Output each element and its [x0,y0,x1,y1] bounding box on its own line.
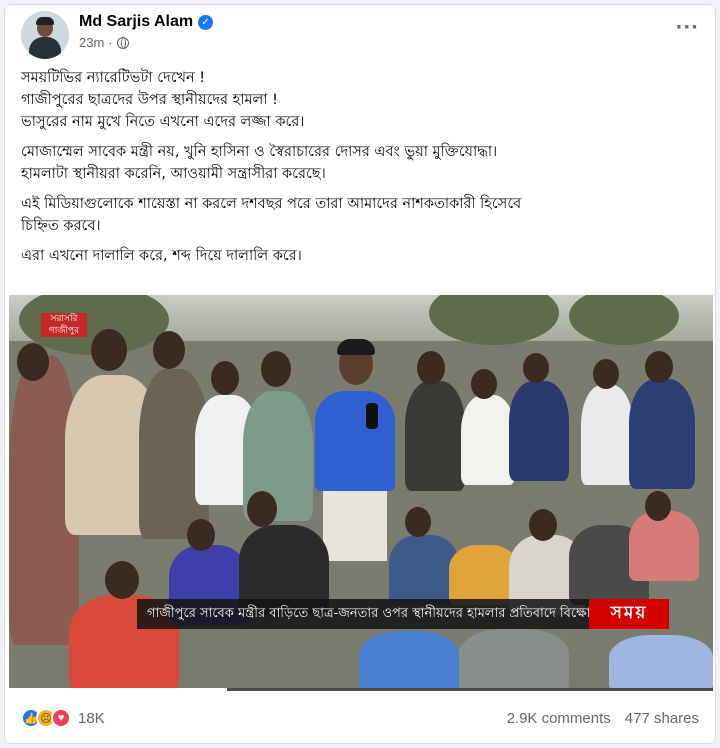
post-line: হামলাটা স্থানীয়রা করেনি, আওয়ামী সন্ত্র… [21,166,326,182]
crowd-head [91,329,127,371]
post-paragraph: সময়টিভির ন্যারেটিভটা দেখেন ! গাজীপুরের … [21,67,701,133]
crowd-head [529,509,557,541]
crowd-head [645,491,671,521]
comments-link[interactable]: 2.9K comments [507,710,611,727]
post-line: চিহ্নিত করবে। [21,218,101,234]
crowd-person [459,629,569,691]
more-options-button[interactable]: ··· [675,17,699,38]
ticker-text: গাজীপুরে সাবেক মন্ত্রীর বাড়িতে ছাত্র-জন… [147,605,589,621]
crowd-head [405,507,431,537]
love-icon: ♥ [51,708,71,728]
post-line: এই মিডিয়াগুলোকে শায়েস্তা না করলে দশবছর… [21,196,522,212]
crowd-head [471,369,497,399]
post-line: সময়টিভির ন্যারেটিভটা দেখেন ! [21,70,206,86]
crowd-head [417,351,445,385]
crowd-head [261,351,291,387]
post-paragraph: এই মিডিয়াগুলোকে শায়েস্তা না করলে দশবছর… [21,193,701,237]
post-line: ভাসুরের নাম মুখে নিতে এখনো এদের লজ্জা কর… [21,114,305,130]
channel-live-logo: সরাসরি গাজীপুর [41,313,87,337]
reactions-summary[interactable]: 👍 ☹ ♥ 18K [21,708,105,728]
crowd-head [153,331,185,369]
post-paragraph: এরা এখনো দালালি করে, শব্দ দিয়ে দালালি ক… [21,245,701,267]
post-header: Md Sarjis Alam ✓ 23m · [21,11,699,61]
reporter-hair [337,339,375,355]
post-line: মোজাম্মেল সাবেক মন্ত্রী নয়, খুনি হাসিনা… [21,144,498,160]
news-ticker: গাজীপুরে সাবেক মন্ত্রীর বাড়িতে ছাত্র-জন… [137,599,669,629]
channel-brand-logo: সময় [589,599,669,629]
post-text: সময়টিভির ন্যারেটিভটা দেখেন ! গাজীপুরের … [21,67,701,275]
crowd-person [509,381,569,481]
crowd-person [581,385,633,485]
crowd-person [359,631,459,691]
reporter-body [315,391,395,491]
post-stats-bar: 👍 ☹ ♥ 18K 2.9K comments 477 shares [21,705,699,731]
author-avatar[interactable] [21,11,69,59]
verified-badge-icon: ✓ [198,14,214,30]
crowd-head [523,353,549,383]
crowd-head [211,361,239,395]
post-paragraph: মোজাম্মেল সাবেক মন্ত্রী নয়, খুনি হাসিনা… [21,141,701,185]
crowd-person [629,511,699,581]
crowd-person [461,395,515,485]
shares-link[interactable]: 477 shares [625,710,699,727]
crowd-head [187,519,215,551]
post-card: Md Sarjis Alam ✓ 23m · ··· সময়টিভির ন্য… [4,4,716,744]
crowd-person [609,635,713,691]
crowd-person [405,381,465,491]
logo-line: গাজীপুর [48,326,80,336]
crowd-head [247,491,277,527]
video-player[interactable]: সরাসরি গাজীপুর গাজীপুরে সাবেক মন্ত্রীর ব… [9,295,713,691]
crowd-head [645,351,673,383]
post-time[interactable]: 23m [79,35,104,50]
post-line: গাজীপুরের ছাত্রদের উপর স্থানীয়দের হামলা… [21,92,278,108]
post-line: এরা এখনো দালালি করে, শব্দ দিয়ে দালালি ক… [21,248,302,264]
globe-icon [116,36,129,49]
crowd-head [17,343,49,381]
author-meta: Md Sarjis Alam ✓ 23m · [79,11,214,50]
crowd-head [105,561,139,599]
logo-line: সরাসরি [50,314,78,324]
video-progress-fill [9,688,228,691]
author-name[interactable]: Md Sarjis Alam [79,13,193,31]
reaction-count: 18K [78,709,105,727]
crowd-person [629,379,695,489]
video-progress-bar[interactable] [9,688,713,691]
microphone-icon [366,403,378,429]
reporter-legs [323,491,387,561]
crowd-head [593,359,619,389]
